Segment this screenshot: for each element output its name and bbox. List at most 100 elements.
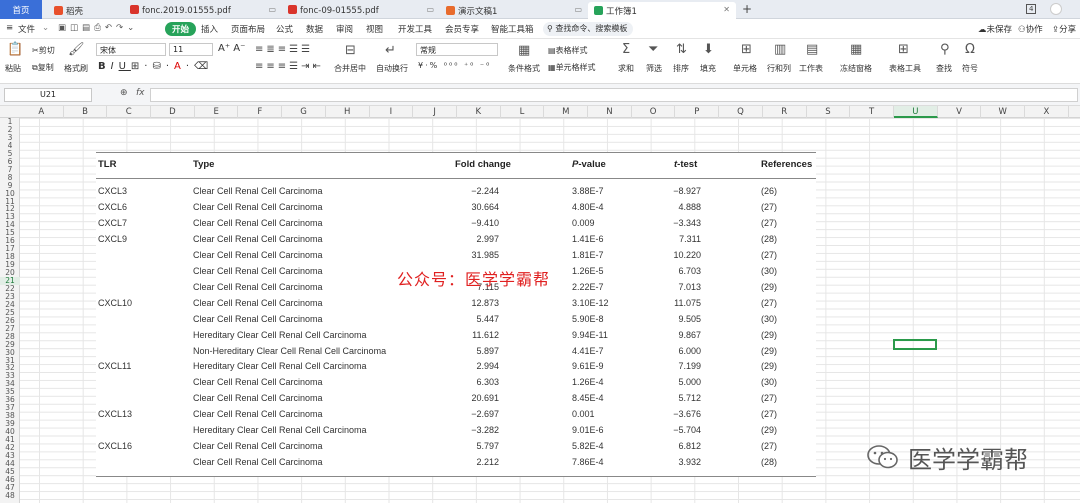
sort-icon[interactable]: ⇅	[676, 42, 687, 57]
table-tools-button[interactable]: 表格工具	[889, 63, 921, 74]
column-header-f[interactable]: F	[239, 106, 283, 118]
align-top-buttons[interactable]: ≡≣≡☰☰	[255, 44, 313, 55]
menu-view[interactable]: 视图	[366, 23, 383, 35]
table-style-button[interactable]: ▤表格样式	[548, 45, 588, 56]
name-box[interactable]: U21	[4, 88, 92, 102]
menu-file[interactable]: 文件	[18, 23, 35, 35]
wrap-icon[interactable]: ↵	[385, 43, 396, 58]
column-header-c[interactable]: C	[107, 106, 152, 118]
menu-page-layout[interactable]: 页面布局	[231, 23, 265, 35]
tab-docer[interactable]: 稻壳	[48, 2, 89, 19]
sum-button[interactable]: 求和	[618, 63, 634, 74]
freeze-panes-button[interactable]: 冻结窗格	[840, 63, 872, 74]
tab-pdf-2[interactable]: fonc-09-01555.pdf ▭	[282, 2, 440, 19]
column-header-n[interactable]: N	[588, 106, 632, 118]
font-style-buttons[interactable]: BIU⊞·⛁·A·⌫	[98, 61, 213, 72]
menu-start[interactable]: 开始	[165, 22, 197, 36]
column-header-g[interactable]: G	[282, 106, 326, 118]
column-header-m[interactable]: M	[544, 106, 589, 118]
tab-pdf-1[interactable]: fonc.2019.01555.pdf ▭	[124, 2, 282, 19]
cut-button[interactable]: ✂剪切	[32, 45, 55, 56]
filter-button[interactable]: 筛选	[646, 63, 662, 74]
fill-button[interactable]: 填充	[700, 63, 716, 74]
avatar[interactable]	[1050, 3, 1062, 15]
column-header-u[interactable]: U	[894, 106, 938, 118]
freeze-icon[interactable]: ▦	[850, 42, 862, 57]
column-header-l[interactable]: L	[501, 106, 545, 118]
filter-icon[interactable]: ⏷	[648, 42, 658, 57]
column-header-s[interactable]: S	[807, 106, 851, 118]
column-header-h[interactable]: H	[326, 106, 370, 118]
sort-button[interactable]: 排序	[673, 63, 689, 74]
menu-member[interactable]: 会员专享	[445, 23, 479, 35]
column-header-x[interactable]: X	[1025, 106, 1069, 118]
column-header-j[interactable]: J	[413, 106, 457, 118]
symbol-icon[interactable]: Ω	[965, 42, 975, 57]
column-header-v[interactable]: V	[938, 106, 982, 118]
conditional-format-button[interactable]: 条件格式	[508, 63, 540, 74]
cell-button[interactable]: 单元格	[733, 63, 757, 74]
hamburger-icon[interactable]: ≡	[6, 23, 13, 33]
merge-icon[interactable]: ⊟	[345, 43, 356, 58]
format-painter-icon[interactable]: 🖌	[68, 42, 85, 57]
menu-formula[interactable]: 公式	[276, 23, 293, 35]
column-header-d[interactable]: D	[151, 106, 195, 118]
tab-presentation[interactable]: 演示文稿1 ▭	[440, 2, 588, 19]
column-header-i[interactable]: I	[370, 106, 414, 118]
tab-home[interactable]: 首页	[0, 0, 42, 19]
column-header-t[interactable]: T	[850, 106, 894, 118]
find-button[interactable]: 查找	[936, 63, 952, 74]
merge-center-button[interactable]: 合并居中	[334, 63, 366, 74]
collab-button[interactable]: ⚇协作	[1018, 23, 1043, 35]
font-size-select[interactable]: 11	[169, 43, 213, 56]
page-count-badge[interactable]: 4	[1026, 4, 1037, 14]
menu-smart-tools[interactable]: 智能工具箱	[491, 23, 534, 35]
cell-style-button[interactable]: ▦单元格样式	[548, 62, 596, 73]
column-header-q[interactable]: Q	[719, 106, 763, 118]
share-button[interactable]: ⇪分享	[1052, 23, 1076, 35]
pasted-table[interactable]: TLR Type Fold change P-value t-test Refe…	[96, 152, 816, 477]
menu-data[interactable]: 数据	[306, 23, 323, 35]
column-header-o[interactable]: O	[632, 106, 676, 118]
number-format-buttons[interactable]: ¥·% ⁰⁰⁰ ⁺⁰ ⁻⁰	[418, 61, 491, 70]
paste-icon[interactable]: 📋	[7, 42, 23, 57]
font-family-select[interactable]: 宋体	[96, 43, 166, 56]
align-buttons[interactable]: ≡≡≡☰⇥⇤	[255, 61, 324, 72]
row-header-48[interactable]: 48	[0, 491, 20, 500]
menu-insert[interactable]: 插入	[201, 23, 218, 35]
cell-icon[interactable]: ⊞	[741, 42, 752, 57]
command-search[interactable]: ⚲ 查找命令、搜索模板	[543, 22, 633, 36]
column-header-p[interactable]: P	[676, 106, 720, 118]
sum-icon[interactable]: Σ	[622, 42, 630, 57]
column-header-k[interactable]: K	[457, 106, 501, 118]
find-icon[interactable]: ⚲	[940, 42, 950, 57]
number-format-select[interactable]: 常规	[416, 43, 498, 56]
unsaved-status[interactable]: ☁未保存	[978, 23, 1012, 35]
column-header-a[interactable]: A	[20, 106, 64, 118]
close-icon[interactable]: ✕	[723, 5, 730, 14]
row-col-icon[interactable]: ▥	[774, 42, 786, 57]
zoom-icon[interactable]: ⊕	[120, 88, 128, 98]
table-tools-icon[interactable]: ⊞	[898, 42, 909, 57]
conditional-format-icon[interactable]: ▦	[518, 43, 530, 58]
font-grow-shrink[interactable]: A⁺ A⁻	[218, 43, 245, 54]
new-tab-icon[interactable]: +	[742, 2, 752, 16]
row-col-button[interactable]: 行和列	[767, 63, 791, 74]
worksheet-icon[interactable]: ▤	[806, 42, 818, 57]
menu-review[interactable]: 审阅	[336, 23, 353, 35]
selected-cell[interactable]	[893, 339, 937, 350]
format-painter-button[interactable]: 格式刷	[64, 63, 88, 74]
column-header-r[interactable]: R	[763, 106, 807, 118]
dropdown-icon[interactable]: ⌄	[42, 23, 49, 33]
column-header-e[interactable]: E	[195, 106, 239, 118]
paste-button[interactable]: 粘贴	[5, 63, 21, 74]
worksheet-button[interactable]: 工作表	[799, 63, 823, 74]
wrap-text-button[interactable]: 自动换行	[376, 63, 408, 74]
tab-workbook[interactable]: 工作簿1 ✕	[588, 2, 736, 19]
column-header-w[interactable]: W	[981, 106, 1026, 118]
copy-button[interactable]: ⧉复制	[32, 62, 54, 73]
fill-icon[interactable]: ⬇	[703, 42, 714, 57]
formula-input[interactable]	[150, 88, 1078, 102]
symbol-button[interactable]: 符号	[962, 63, 978, 74]
quick-access-icons[interactable]: ▣◫▤⎙↶↷⌄	[58, 23, 138, 33]
